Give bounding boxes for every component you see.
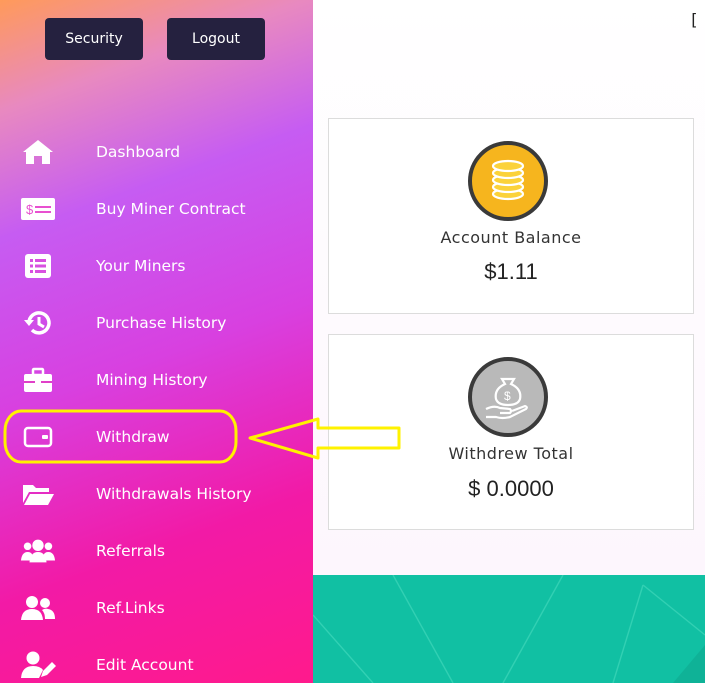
arrow-left-icon [248, 417, 401, 460]
withdraw-annotation [3, 409, 401, 464]
highlight-oval [3, 409, 238, 464]
